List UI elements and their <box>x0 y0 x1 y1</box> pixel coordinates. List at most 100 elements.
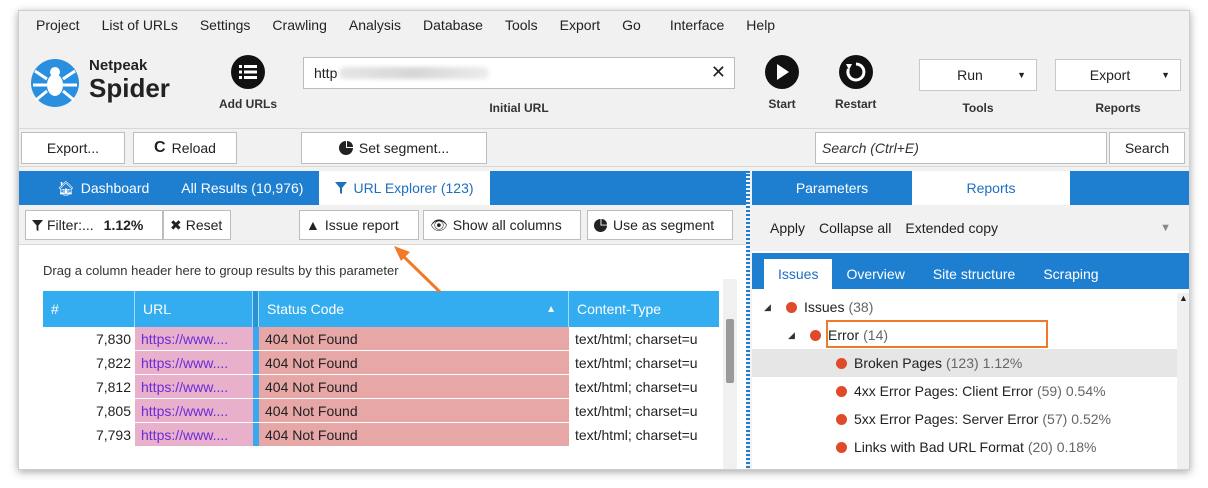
tree-node-percent: 1.12% <box>982 355 1023 371</box>
secondary-toolbar: Export... C Reload Set segment... Search… <box>19 129 1189 167</box>
scrollbar-thumb[interactable] <box>726 319 734 383</box>
tab-reports[interactable]: Reports <box>912 171 1070 205</box>
menu-go[interactable]: Go <box>611 17 659 33</box>
menu-database[interactable]: Database <box>412 17 494 33</box>
tree-node-percent: 0.52% <box>1071 411 1111 427</box>
column-header-number[interactable]: # <box>43 291 135 327</box>
menu-tools[interactable]: Tools <box>494 17 549 33</box>
tab-parameters[interactable]: Parameters <box>752 171 912 205</box>
start-button[interactable]: Start <box>765 55 799 111</box>
tree-node-label: 5xx Error Pages: Server Error <box>854 411 1039 427</box>
add-urls-button[interactable]: Add URLs <box>219 55 277 111</box>
cell-url[interactable]: https://www.... <box>135 399 253 422</box>
cell-number: 7,812 <box>95 378 131 395</box>
apply-button[interactable]: Apply <box>770 220 805 236</box>
subtab-issues[interactable]: Issues <box>764 259 833 289</box>
menu-crawling[interactable]: Crawling <box>261 17 337 33</box>
clear-url-icon[interactable]: ✕ <box>711 62 726 83</box>
collapse-triangle-icon[interactable]: ◢ <box>788 330 795 341</box>
tree-node-label: 4xx Error Pages: Client Error <box>854 383 1033 399</box>
menu-interface[interactable]: Interface <box>659 17 735 33</box>
menu-export[interactable]: Export <box>549 17 611 33</box>
panel-splitter[interactable] <box>746 171 750 469</box>
cell-content-type: text/html; charset=u <box>575 378 698 395</box>
tools-dropdown[interactable]: Run ▼ <box>919 59 1037 91</box>
tab-dashboard[interactable]: 🏠︎ Dashboard <box>19 171 165 205</box>
sidebar-panel: Parameters Reports Apply Collapse all Ex… <box>752 171 1189 469</box>
filter-icon <box>335 182 348 194</box>
export-button[interactable]: Export... <box>21 132 125 164</box>
initial-url-input[interactable]: http ✕ <box>303 57 735 89</box>
subtab-scraping[interactable]: Scraping <box>1029 259 1112 289</box>
use-as-segment-button[interactable]: Use as segment <box>587 210 733 240</box>
subtab-site-structure[interactable]: Site structure <box>919 259 1029 289</box>
show-all-columns-button[interactable]: 👁︎ Show all columns <box>423 210 581 240</box>
tools-value: Run <box>957 67 983 83</box>
menu-list-of-urls[interactable]: List of URLs <box>91 17 189 33</box>
tree-node-label: Issues <box>804 299 845 315</box>
cell-status-code: 404 Not Found <box>259 327 569 350</box>
reports-actions: Apply Collapse all Extended copy ▼ <box>752 205 1189 251</box>
tree-node-count: (57) <box>1042 411 1068 427</box>
tree-node-percent: 0.54% <box>1065 383 1106 399</box>
tree-node-issues[interactable]: ◢ Issues (38) <box>752 293 1189 321</box>
reload-label: Reload <box>171 140 216 156</box>
table-row[interactable]: 7,805 https://www.... 404 Not Found text… <box>43 399 719 423</box>
logo-text-netpeak: Netpeak <box>89 57 148 74</box>
extended-copy-button[interactable]: Extended copy <box>905 220 998 236</box>
table-row[interactable]: 7,793 https://www.... 404 Not Found text… <box>43 423 719 447</box>
overflow-menu-icon[interactable]: ▼ <box>1160 222 1171 234</box>
cell-content-type: text/html; charset=u <box>575 402 698 419</box>
chevron-down-icon: ▼ <box>1017 70 1026 80</box>
search-input[interactable]: Search (Ctrl+E) <box>815 132 1107 164</box>
search-button[interactable]: Search <box>1109 132 1185 164</box>
cell-url[interactable]: https://www.... <box>135 423 253 446</box>
cell-url[interactable]: https://www.... <box>135 351 253 374</box>
show-all-columns-label: Show all columns <box>452 217 562 233</box>
column-header-content-type[interactable]: Content-Type <box>569 291 719 327</box>
filter-value: 1.12% <box>103 217 144 233</box>
tree-node-4xx[interactable]: 4xx Error Pages: Client Error (59) 0.54% <box>752 377 1189 405</box>
cell-url[interactable]: https://www.... <box>135 375 253 398</box>
reload-button[interactable]: C Reload <box>133 132 237 164</box>
tools-caption: Tools <box>962 101 994 115</box>
tree-node-label: Links with Bad URL Format <box>854 439 1024 455</box>
issue-report-label: Issue report <box>324 217 399 233</box>
cell-url[interactable]: https://www.... <box>135 327 253 350</box>
use-as-segment-label: Use as segment <box>613 217 715 233</box>
tree-scrollbar[interactable]: ▲ <box>1177 293 1189 469</box>
menu-help[interactable]: Help <box>735 17 786 33</box>
reset-button[interactable]: ✖ Reset <box>163 210 231 240</box>
menu-settings[interactable]: Settings <box>189 17 262 33</box>
collapse-all-button[interactable]: Collapse all <box>819 220 891 236</box>
column-header-status-code[interactable]: Status Code ▲ <box>259 291 569 327</box>
reports-subtabs: Issues Overview Site structure Scraping <box>752 253 1189 289</box>
collapse-triangle-icon[interactable]: ◢ <box>764 302 771 313</box>
restart-button[interactable]: Restart <box>835 55 876 111</box>
tab-all-results[interactable]: All Results (10,976) <box>165 171 319 205</box>
tree-node-broken-pages[interactable]: Broken Pages (123) 1.12% <box>752 349 1189 377</box>
table-row[interactable]: 7,830 https://www.... 404 Not Found text… <box>43 327 719 351</box>
sidebar-tabbar: Parameters Reports <box>752 171 1189 205</box>
table-row[interactable]: 7,822 https://www.... 404 Not Found text… <box>43 351 719 375</box>
set-segment-button[interactable]: Set segment... <box>301 132 487 164</box>
issue-report-button[interactable]: ▲ Issue report <box>299 210 419 240</box>
results-grid: # URL Status Code ▲ Content-Type 7,830 h… <box>43 291 719 447</box>
reports-dropdown[interactable]: Export ▼ <box>1055 59 1181 91</box>
subtab-overview[interactable]: Overview <box>832 259 918 289</box>
filter-button[interactable]: Filter:... 1.12% <box>25 210 163 240</box>
tree-node-count: (20) <box>1027 439 1053 455</box>
close-icon: ✖ <box>170 216 182 233</box>
menu-analysis[interactable]: Analysis <box>338 17 412 33</box>
menu-project[interactable]: Project <box>25 17 91 33</box>
tree-node-bad-url-format[interactable]: Links with Bad URL Format (20) 0.18% <box>752 433 1189 461</box>
app-window: Project List of URLs Settings Crawling A… <box>18 10 1190 470</box>
cell-content-type: text/html; charset=u <box>575 426 698 443</box>
tab-url-explorer[interactable]: URL Explorer (123) <box>319 171 490 205</box>
scroll-up-icon[interactable]: ▲ <box>1179 293 1188 303</box>
table-row[interactable]: 7,812 https://www.... 404 Not Found text… <box>43 375 719 399</box>
tree-node-5xx[interactable]: 5xx Error Pages: Server Error (57) 0.52% <box>752 405 1189 433</box>
grid-scrollbar[interactable] <box>723 279 737 469</box>
column-header-url[interactable]: URL <box>135 291 253 327</box>
results-panel: 🏠︎ Dashboard All Results (10,976) URL Ex… <box>19 171 746 469</box>
